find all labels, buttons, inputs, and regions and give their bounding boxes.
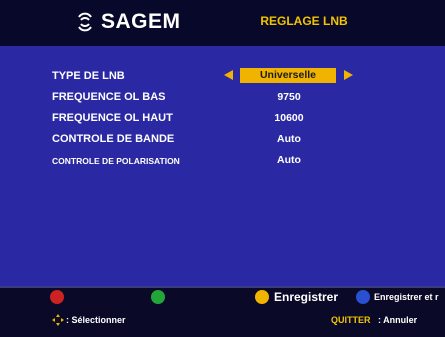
save-label: Enregistrer bbox=[274, 290, 339, 304]
yellow-button-icon[interactable] bbox=[255, 290, 269, 304]
setting-label: FREQUENCE OL BAS bbox=[52, 91, 166, 103]
save-and-exit-label: Enregistrer et r bbox=[374, 292, 439, 302]
setting-value: Auto bbox=[277, 154, 301, 166]
setting-row-low-frequency[interactable]: FREQUENCE OL BAS 9750 bbox=[52, 89, 402, 107]
page-title: REGLAGE LNB bbox=[260, 14, 348, 28]
right-arrow-icon[interactable] bbox=[344, 70, 353, 80]
setting-label: CONTROLE DE BANDE bbox=[52, 133, 175, 145]
setting-label: TYPE DE LNB bbox=[52, 70, 125, 82]
settings-panel: TYPE DE LNB Universelle FREQUENCE OL BAS… bbox=[0, 46, 445, 286]
setting-row-polarization-control[interactable]: CONTROLE DE POLARISATION Auto bbox=[52, 152, 402, 170]
green-button-icon[interactable] bbox=[151, 290, 165, 304]
quit-key-label: QUITTER bbox=[331, 315, 371, 325]
tv-osd-screen: SAGEM REGLAGE LNB TYPE DE LNB Universell… bbox=[0, 0, 445, 337]
cancel-hint: : Annuler bbox=[378, 315, 418, 325]
setting-row-band-control[interactable]: CONTROLE DE BANDE Auto bbox=[52, 131, 402, 149]
red-button-icon[interactable] bbox=[50, 290, 64, 304]
lnb-type-selector[interactable]: Universelle bbox=[240, 68, 336, 83]
footer-divider bbox=[0, 286, 445, 288]
brand-logo: SAGEM bbox=[75, 8, 181, 36]
blue-button-icon[interactable] bbox=[356, 290, 370, 304]
setting-value: 10600 bbox=[274, 112, 304, 124]
setting-label: CONTROLE DE POLARISATION bbox=[52, 156, 180, 166]
navigation-cross-icon bbox=[52, 314, 64, 326]
setting-value: Universelle bbox=[259, 69, 317, 81]
setting-row-lnb-type[interactable]: TYPE DE LNB Universelle bbox=[52, 68, 402, 86]
setting-value: 9750 bbox=[277, 91, 301, 103]
brand-name: SAGEM bbox=[101, 10, 181, 33]
header-bar: SAGEM REGLAGE LNB bbox=[0, 0, 445, 46]
setting-row-high-frequency[interactable]: FREQUENCE OL HAUT 10600 bbox=[52, 110, 402, 128]
setting-value: Auto bbox=[277, 133, 301, 145]
sagem-logo-icon bbox=[78, 12, 92, 32]
left-arrow-icon[interactable] bbox=[224, 70, 233, 80]
setting-label: FREQUENCE OL HAUT bbox=[52, 112, 173, 124]
select-hint: : Sélectionner bbox=[66, 315, 126, 325]
